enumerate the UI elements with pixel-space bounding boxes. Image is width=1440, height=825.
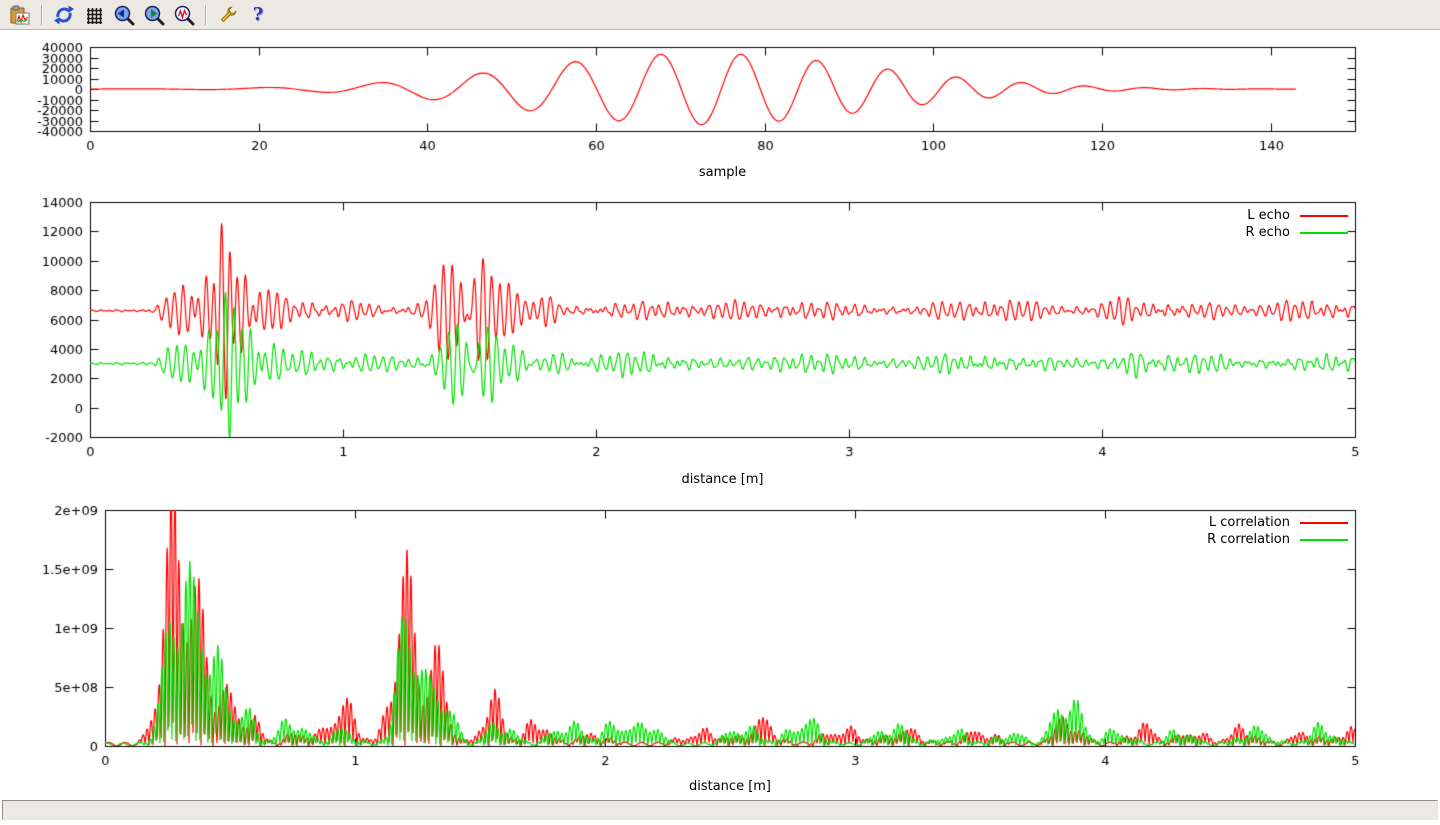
config-icon	[217, 4, 239, 26]
zoom-previous-button[interactable]	[110, 2, 138, 28]
legend-label: R echo	[1245, 225, 1290, 240]
legend-entry: R echo	[1245, 226, 1348, 239]
toolbar-separator	[41, 5, 43, 25]
autoscale-button[interactable]	[170, 2, 198, 28]
legend-entry: L echo	[1247, 209, 1348, 222]
toolbar-separator	[205, 5, 207, 25]
legend-line-sample	[1300, 232, 1348, 234]
legend-entry: L correlation	[1209, 516, 1348, 529]
replot-button[interactable]	[50, 2, 78, 28]
gnuplot-window: ? sample distance [m] distance [m] L ech…	[0, 0, 1440, 825]
help-button[interactable]: ?	[244, 2, 272, 28]
toolbar: ?	[0, 0, 1440, 30]
copy-to-clipboard-icon	[9, 4, 31, 26]
autoscale-icon	[173, 4, 195, 26]
legend-label: R correlation	[1207, 532, 1290, 547]
status-bar	[2, 800, 1438, 820]
zoom-next-button[interactable]	[140, 2, 168, 28]
zoom-previous-icon	[113, 4, 135, 26]
config-button[interactable]	[214, 2, 242, 28]
plot-canvas[interactable]	[0, 31, 1440, 800]
legend-line-sample	[1300, 522, 1348, 524]
help-icon: ?	[253, 6, 264, 24]
legend-label: L correlation	[1209, 515, 1290, 530]
legend-entry: R correlation	[1207, 533, 1348, 546]
copy-to-clipboard-button[interactable]	[6, 2, 34, 28]
legend-line-sample	[1300, 215, 1348, 217]
replot-icon	[53, 4, 75, 26]
axis-title-distance-correlation: distance [m]	[105, 779, 1355, 794]
grid-icon	[83, 4, 105, 26]
legend-label: L echo	[1247, 208, 1290, 223]
correlation-legend: L correlation R correlation	[1207, 516, 1348, 546]
axis-title-sample: sample	[90, 165, 1355, 180]
axis-title-distance-echo: distance [m]	[90, 472, 1355, 487]
legend-line-sample	[1300, 539, 1348, 541]
zoom-next-icon	[143, 4, 165, 26]
echo-legend: L echo R echo	[1245, 209, 1348, 239]
grid-toggle-button[interactable]	[80, 2, 108, 28]
